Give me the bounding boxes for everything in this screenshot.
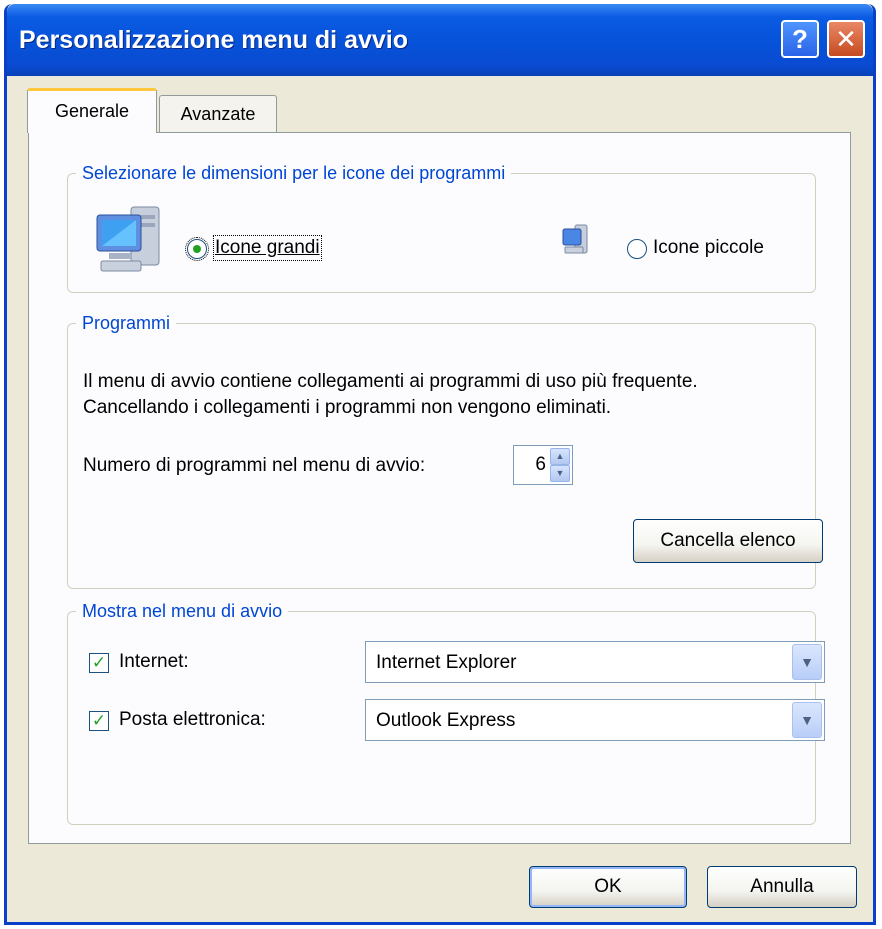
internet-select-value: Internet Explorer [376, 652, 517, 673]
small-icons-radio[interactable] [627, 239, 647, 259]
program-count-value: 6 [535, 454, 546, 475]
close-button[interactable]: ✕ [827, 20, 865, 58]
spin-up-icon[interactable]: ▲ [550, 448, 570, 465]
program-count-label: Numero di programmi nel menu di avvio: [83, 455, 426, 476]
icon-size-group-legend: Selezionare le dimensioni per le icone d… [82, 163, 506, 183]
ok-label: OK [594, 876, 622, 897]
show-group-legend: Mostra nel menu di avvio [82, 601, 283, 621]
computer-small-icon [562, 224, 588, 254]
chevron-down-icon[interactable]: ▼ [792, 644, 822, 680]
clear-list-label: Cancella elenco [660, 530, 796, 551]
email-label[interactable]: Posta elettronica: [119, 709, 266, 731]
large-icons-label[interactable]: Icone grandi [213, 235, 322, 261]
programs-group-legend: Programmi [82, 313, 171, 333]
tab-panel-generale: Selezionare le dimensioni per le icone d… [28, 132, 851, 844]
small-icons-label[interactable]: Icone piccole [653, 237, 764, 259]
ok-button[interactable]: OK [529, 866, 687, 908]
computer-large-icon [96, 206, 160, 272]
large-icons-radio[interactable] [185, 237, 209, 261]
email-select[interactable]: Outlook Express ▼ [365, 699, 825, 741]
tab-generale[interactable]: Generale [27, 88, 157, 133]
programs-description-line2: Cancellando i collegamenti i programmi n… [83, 397, 612, 418]
tab-avanzate[interactable]: Avanzate [159, 95, 277, 133]
program-count-stepper[interactable]: 6 ▲ ▼ [513, 445, 573, 485]
dialog-window: Personalizzazione menu di avvio ? ✕ Gene… [4, 4, 876, 925]
cancel-button[interactable]: Annulla [707, 866, 857, 908]
chevron-down-icon[interactable]: ▼ [792, 702, 822, 738]
help-button[interactable]: ? [781, 20, 819, 58]
cancel-label: Annulla [750, 876, 814, 897]
internet-select[interactable]: Internet Explorer ▼ [365, 641, 825, 683]
internet-checkbox[interactable]: ✓ [89, 653, 109, 673]
icon-size-group: Selezionare le dimensioni per le icone d… [67, 163, 816, 293]
spin-down-icon[interactable]: ▼ [550, 465, 570, 482]
programs-description-line1: Il menu di avvio contiene collegamenti a… [83, 371, 698, 392]
internet-label[interactable]: Internet: [119, 651, 189, 673]
spin-buttons: ▲ ▼ [550, 448, 570, 482]
title-bar[interactable]: Personalizzazione menu di avvio ? ✕ [7, 4, 873, 76]
tab-avanzate-label: Avanzate [180, 104, 256, 124]
tab-generale-label: Generale [54, 101, 130, 121]
window-title: Personalizzazione menu di avvio [19, 26, 409, 54]
email-select-value: Outlook Express [376, 710, 516, 731]
email-checkbox[interactable]: ✓ [89, 711, 109, 731]
clear-list-button[interactable]: Cancella elenco [633, 519, 823, 563]
